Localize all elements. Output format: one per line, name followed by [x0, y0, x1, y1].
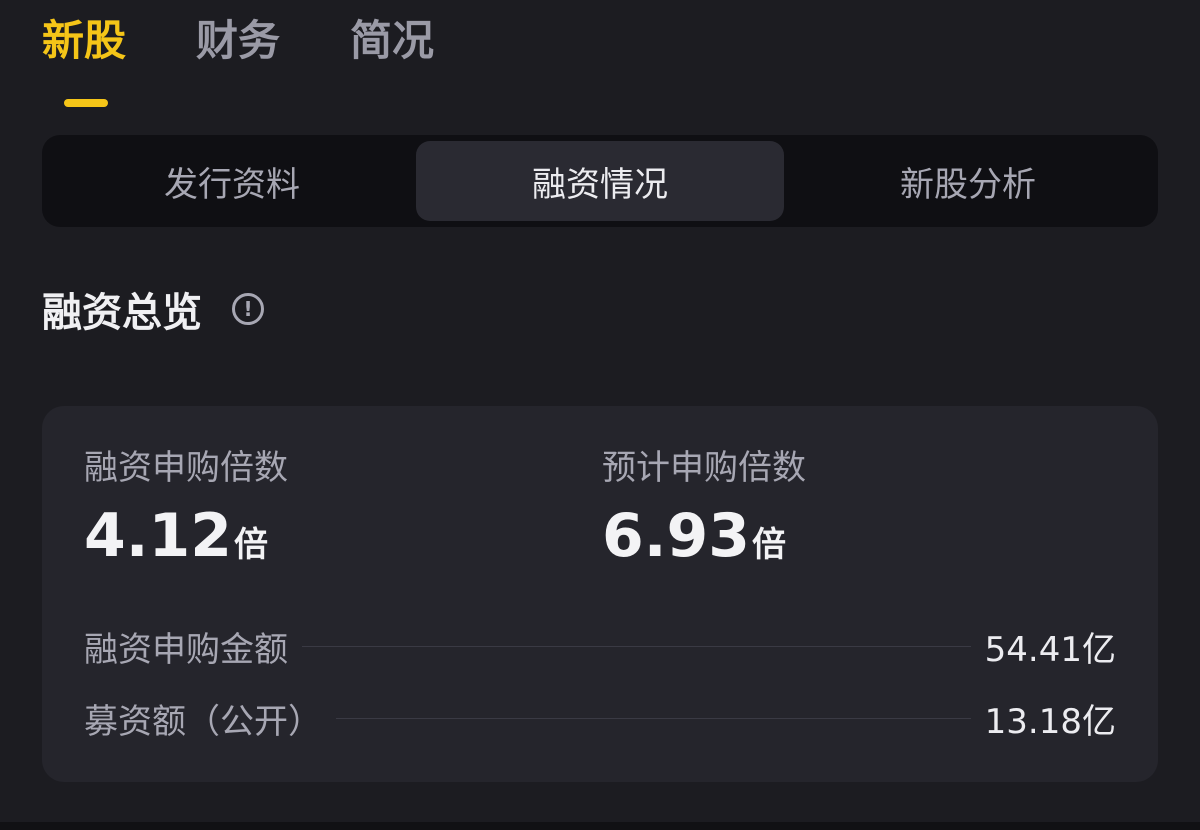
- margin-amount-row: 融资申购金额 54.41亿: [84, 622, 1116, 671]
- bottom-divider: [0, 822, 1200, 830]
- segmented-control: 发行资料 融资情况 新股分析: [42, 135, 1158, 227]
- metric-label: 预计申购倍数: [602, 448, 806, 488]
- top-tab-bar: 新股 财务 简况: [42, 14, 434, 68]
- info-circle-icon[interactable]: !: [232, 293, 264, 325]
- section-title: 融资总览: [42, 290, 202, 336]
- row-divider: [336, 718, 971, 719]
- metric-number: 4.12: [84, 501, 233, 571]
- page: 新股 财务 简况 发行资料 融资情况 新股分析 融资总览 ! 融资申购倍数 4.…: [0, 0, 1200, 830]
- financing-overview-card: 融资申购倍数 4.12 倍 预计申购倍数 6.93 倍 融资申购金额 54.41…: [42, 406, 1158, 782]
- tab-new-stock[interactable]: 新股: [42, 14, 126, 68]
- segment-ipo-analysis[interactable]: 新股分析: [784, 141, 1152, 221]
- row-label: 募资额（公开）: [84, 702, 322, 742]
- metric-label: 融资申购倍数: [84, 448, 288, 488]
- row-value: 54.41亿: [984, 630, 1116, 670]
- public-raise-row: 募资额（公开） 13.18亿: [84, 694, 1116, 743]
- tab-finance[interactable]: 财务: [196, 14, 280, 68]
- metric-number: 6.93: [602, 501, 751, 571]
- segment-issue-info[interactable]: 发行资料: [48, 141, 416, 221]
- tab-overview[interactable]: 简况: [350, 14, 434, 68]
- row-divider: [302, 646, 971, 647]
- segment-financing[interactable]: 融资情况: [416, 141, 784, 221]
- section-header: 融资总览 !: [42, 280, 264, 338]
- metric-unit: 倍: [752, 525, 787, 565]
- margin-multiple-metric: 融资申购倍数 4.12 倍: [84, 446, 288, 570]
- expected-multiple-metric: 预计申购倍数 6.93 倍: [602, 446, 806, 570]
- active-tab-indicator: [64, 99, 108, 107]
- metric-unit: 倍: [234, 525, 269, 565]
- row-value: 13.18亿: [984, 702, 1116, 742]
- row-label: 融资申购金额: [84, 630, 288, 670]
- metric-value: 6.93 倍: [602, 502, 806, 570]
- metric-value: 4.12 倍: [84, 502, 288, 570]
